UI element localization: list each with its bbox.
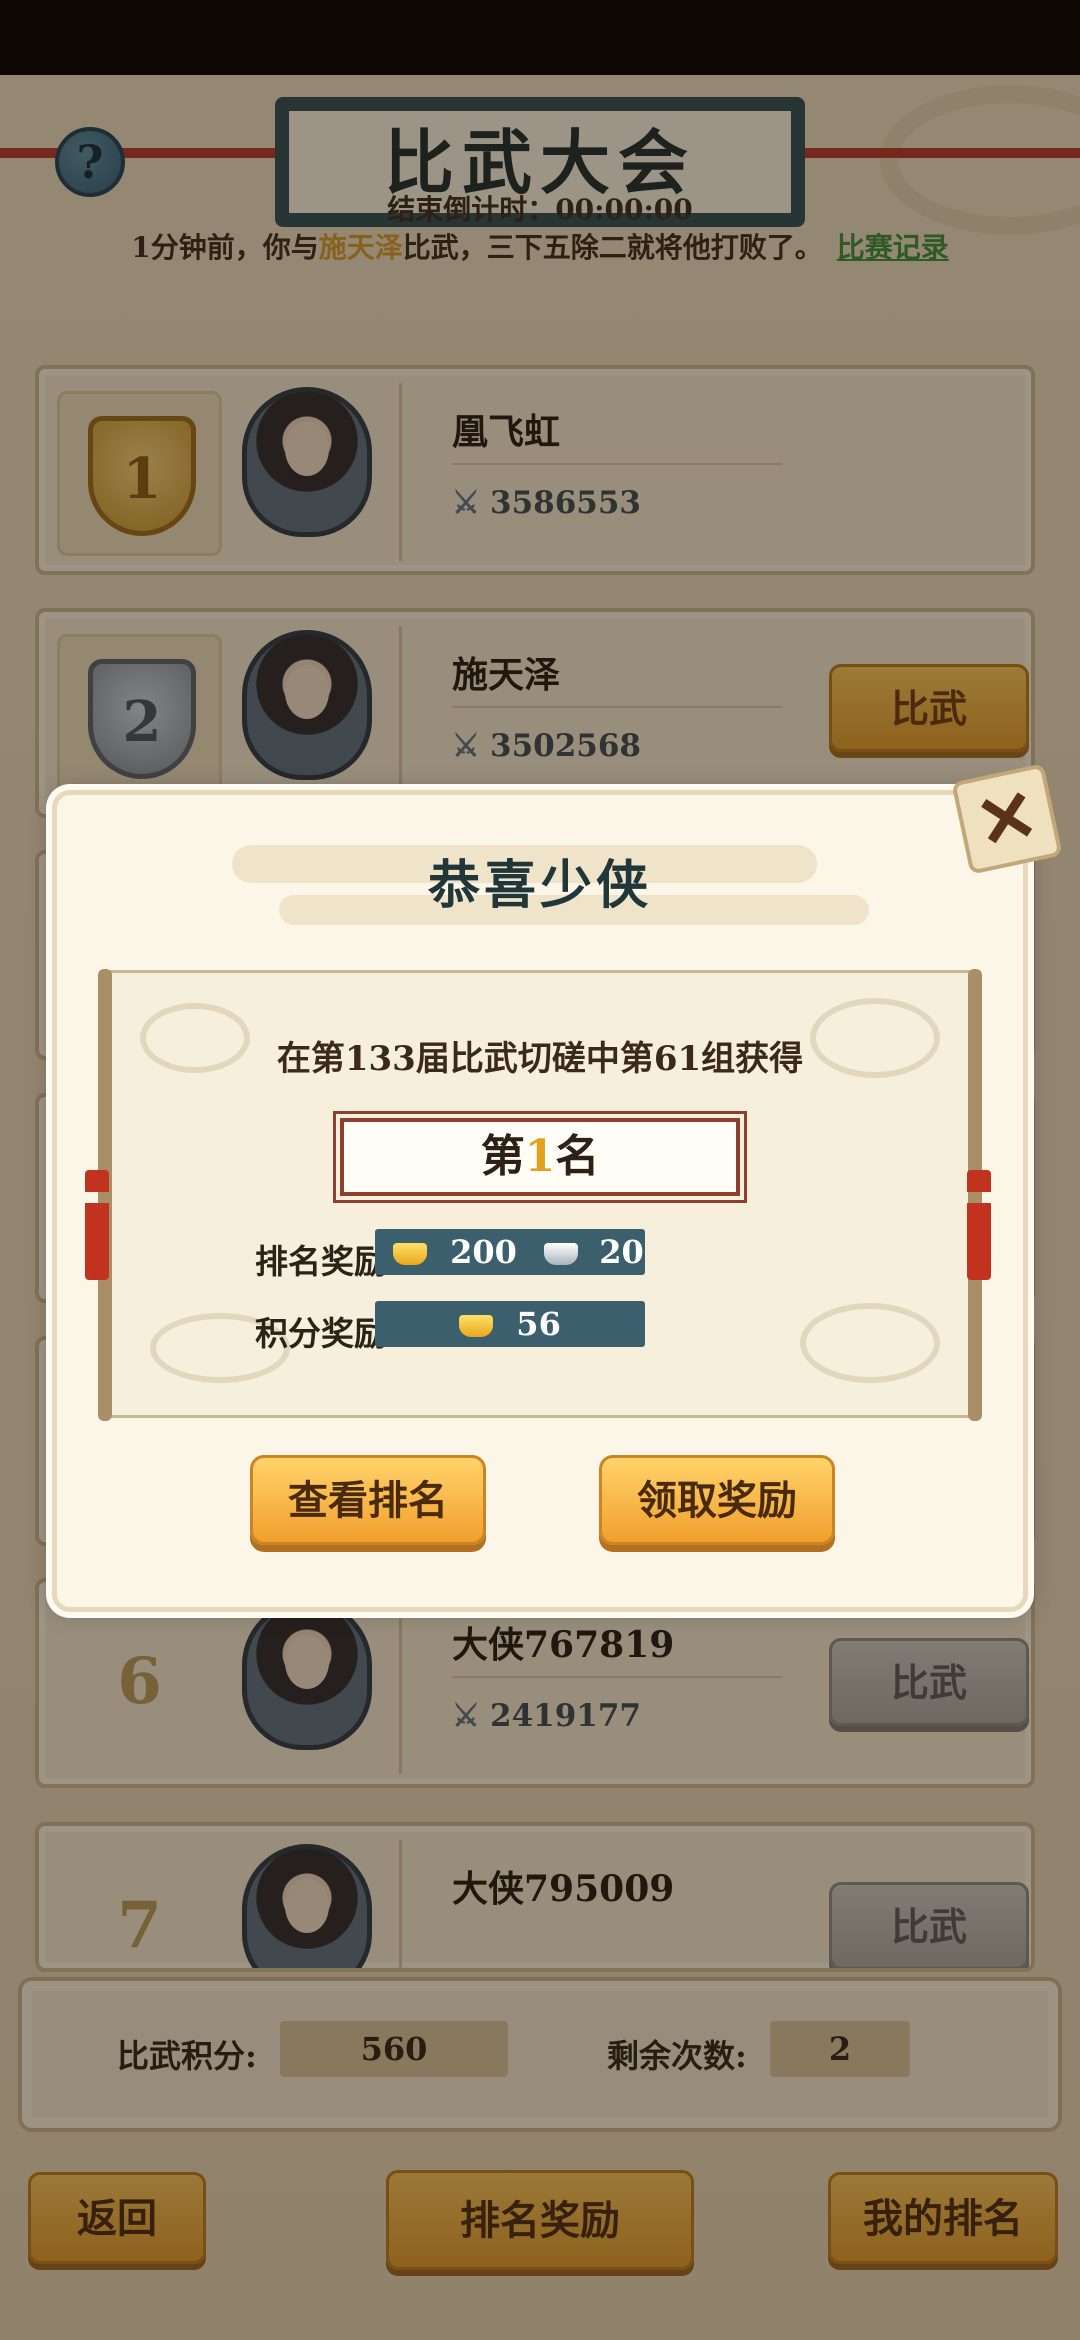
silver-ingot-icon — [544, 1243, 579, 1265]
rank-reward-silver: 20 — [599, 1233, 644, 1271]
rank-reward-box: 200 20 — [375, 1229, 645, 1275]
cloud-decoration — [800, 1303, 940, 1383]
award-scroll: 在第133届比武切磋中第61组获得 第1名 排名奖励: 200 20 积分奖励:… — [98, 969, 982, 1421]
points-reward-box: 56 — [375, 1301, 645, 1347]
award-description: 在第133届比武切磋中第61组获得 — [276, 1039, 804, 1079]
dialog-title: 恭喜少侠 — [427, 855, 652, 916]
tassel-left — [85, 1170, 109, 1280]
close-button[interactable]: ✕ — [951, 763, 1063, 875]
claim-reward-button[interactable]: 领取奖励 — [599, 1455, 835, 1545]
gold-ingot-icon — [393, 1243, 427, 1265]
reward-dialog: 恭喜少侠 在第133届比武切磋中第61组获得 第1名 排名奖励: 200 20 … — [52, 790, 1028, 1612]
gold-ingot-icon — [459, 1315, 494, 1337]
tassel-right — [967, 1170, 991, 1280]
close-icon: ✕ — [968, 770, 1046, 867]
place-plaque: 第1名 — [333, 1111, 747, 1203]
points-reward-gold: 56 — [516, 1305, 561, 1343]
place-number: 1 — [524, 1131, 556, 1182]
rank-reward-gold: 200 — [450, 1233, 517, 1271]
view-ranking-button[interactable]: 查看排名 — [250, 1455, 486, 1545]
